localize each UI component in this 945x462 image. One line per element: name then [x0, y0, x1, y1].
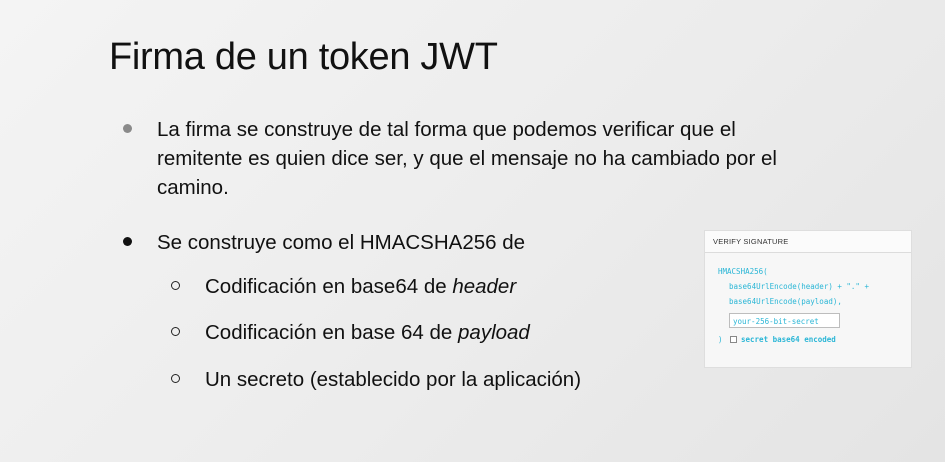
- bullet-line: camino.: [157, 176, 229, 199]
- sub-item-emphasis: payload: [458, 321, 530, 344]
- code-header-line: base64UrlEncode(header) + "." +: [729, 282, 869, 291]
- panel-heading: VERIFY SIGNATURE: [705, 231, 911, 253]
- sub-item-text: Un secreto (establecido por la aplicació…: [205, 368, 582, 391]
- sub-item-emphasis: header: [452, 275, 517, 298]
- code-function-name: HMACSHA256(: [718, 267, 768, 276]
- bullet-line: remitente es quien dice ser, y que el me…: [157, 147, 777, 170]
- secret-input[interactable]: your-256-bit-secret: [729, 313, 840, 328]
- sub-bullet-ring: [171, 281, 180, 290]
- sub-item-text: Codificación en base 64 de: [205, 321, 459, 344]
- sub-item-payload: Codificación en base 64 de payload: [205, 318, 530, 347]
- code-payload-line: base64UrlEncode(payload),: [729, 297, 842, 306]
- sub-item-header: Codificación en base64 de header: [205, 272, 516, 301]
- verify-signature-panel: VERIFY SIGNATURE HMACSHA256( base64UrlEn…: [704, 230, 912, 368]
- sub-bullet-ring: [171, 374, 180, 383]
- bullet-dot: [123, 124, 132, 133]
- bullet-signature-purpose: La firma se construye de tal forma que p…: [157, 115, 857, 202]
- sub-item-secret: Un secreto (establecido por la aplicació…: [205, 365, 581, 394]
- sub-bullet-ring: [171, 327, 180, 336]
- base64-checkbox[interactable]: [730, 336, 737, 343]
- bullet-hmac: Se construye como el HMACSHA256 de: [157, 231, 526, 254]
- code-close-paren: ): [718, 335, 723, 344]
- bullet-dot: [123, 237, 132, 246]
- sub-item-text: Codificación en base64 de: [205, 275, 453, 298]
- bullet-line: La firma se construye de tal forma que p…: [157, 118, 736, 141]
- checkbox-label: secret base64 encoded: [741, 335, 836, 344]
